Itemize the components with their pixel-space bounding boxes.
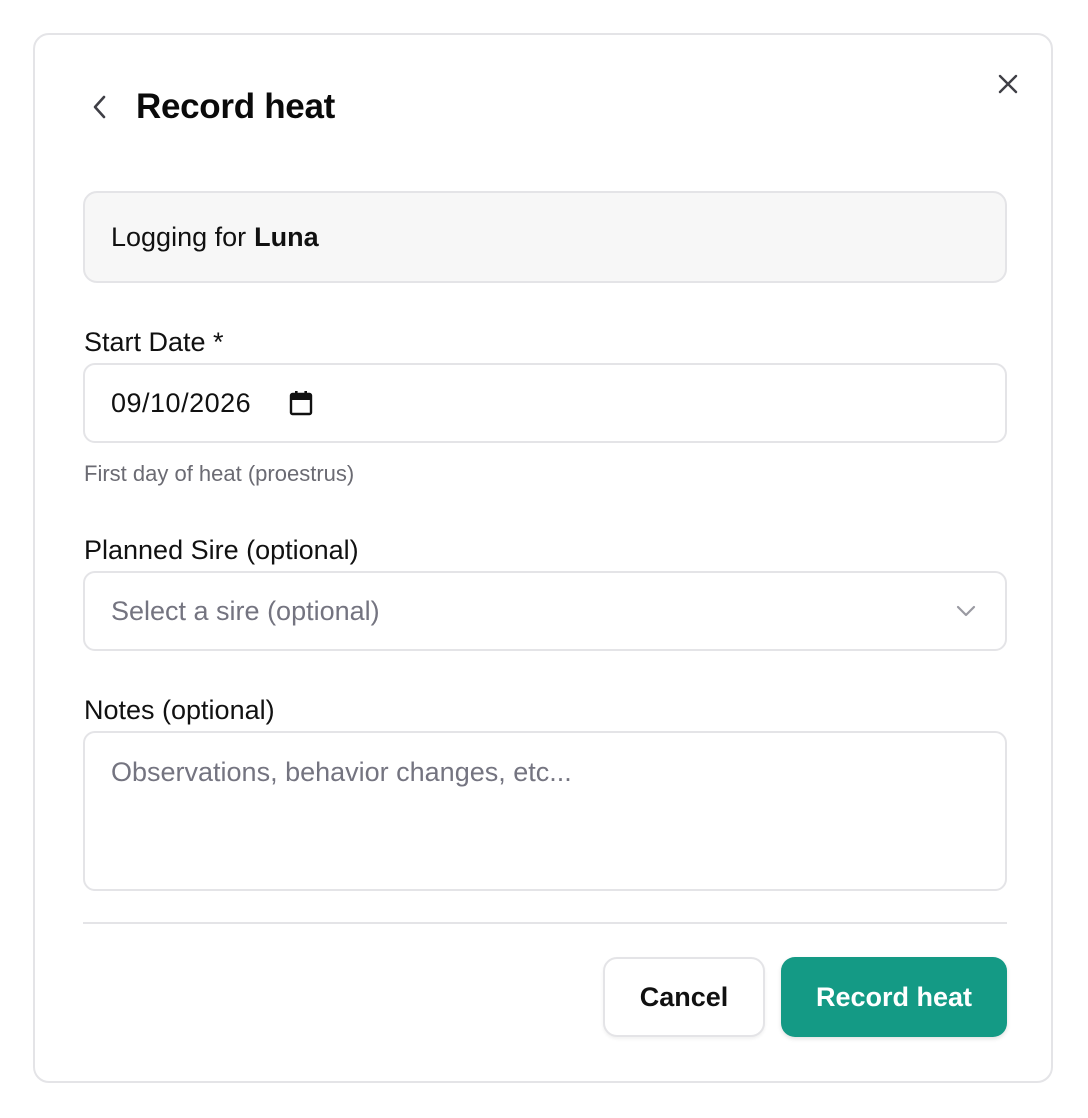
start-date-value: 09/10/2026 — [111, 387, 252, 418]
cancel-button[interactable]: Cancel — [603, 957, 765, 1037]
notes-placeholder: Observations, behavior changes, etc... — [111, 757, 572, 787]
footer-divider — [83, 922, 1007, 924]
sire-select-placeholder: Select a sire (optional) — [111, 595, 380, 626]
logging-for-banner: Logging for Luna — [83, 191, 1007, 283]
sire-select[interactable]: Select a sire (optional) — [83, 571, 1007, 651]
back-button[interactable] — [86, 93, 114, 121]
chevron-down-icon — [956, 605, 976, 617]
planned-sire-label: Planned Sire (optional) — [84, 535, 359, 565]
close-icon — [998, 74, 1018, 94]
logging-prefix: Logging for — [111, 221, 247, 252]
start-date-hint: First day of heat (proestrus) — [84, 461, 355, 486]
start-date-label: Start Date * — [84, 327, 224, 357]
notes-textarea[interactable]: Observations, behavior changes, etc... — [83, 731, 1007, 891]
record-heat-button[interactable]: Record heat — [781, 957, 1007, 1037]
dialog-title: Record heat — [136, 87, 335, 126]
chevron-left-icon — [93, 95, 106, 119]
pet-name: Luna — [254, 221, 319, 252]
calendar-icon[interactable] — [289, 390, 313, 416]
record-heat-dialog: Record heat Logging for Luna Start Date … — [33, 33, 1053, 1083]
start-date-input[interactable]: 09/10/2026 — [83, 363, 1007, 443]
notes-label: Notes (optional) — [84, 695, 275, 725]
close-button[interactable] — [994, 70, 1022, 98]
